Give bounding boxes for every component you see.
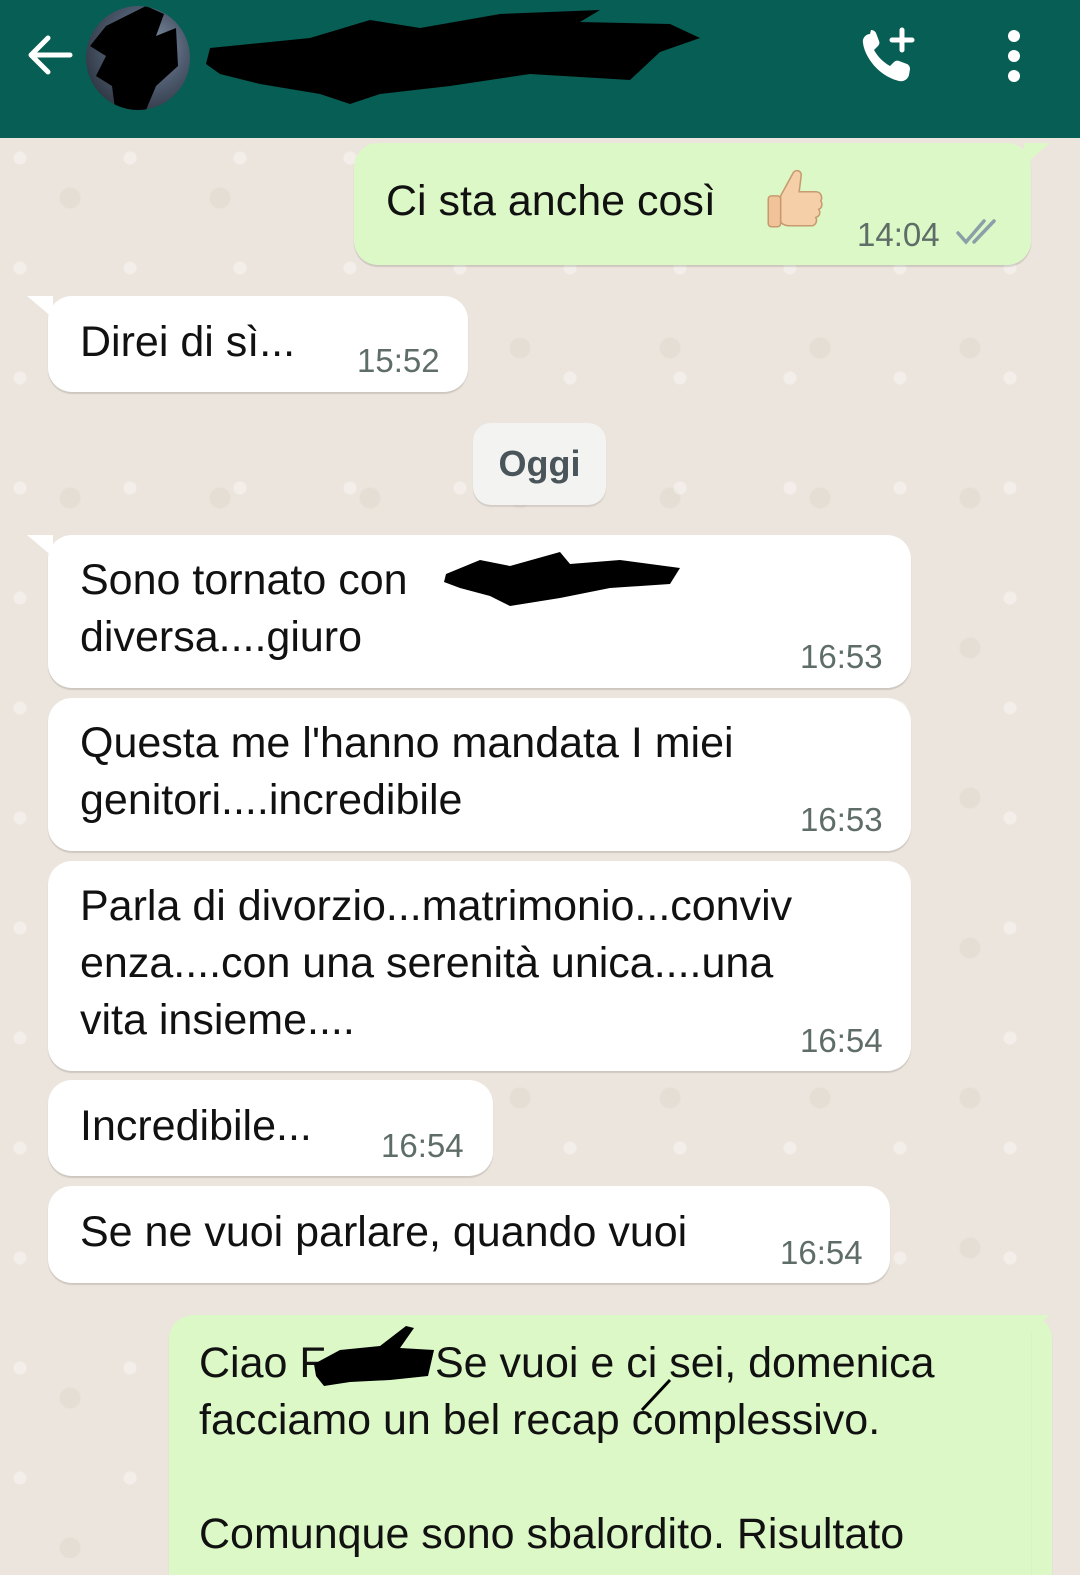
message-bubble-incoming[interactable]: Parla di divorzio...matrimonio...conviv … [48,861,911,1071]
message-text: Questa me l'hanno mandata I miei genitor… [80,719,734,824]
message-text-line1-prefix: Ciao F [199,1339,326,1387]
message-bubble-incoming[interactable]: Incredibile... 16:54 [48,1080,493,1176]
arrow-left-icon[interactable] [22,28,76,82]
message-time: 14:04 [857,216,940,253]
message-time: 16:53 [800,801,883,838]
stroke-mark [640,1378,672,1412]
message-bubble-outgoing-main[interactable]: Ciao F Se vuoi e ci sei, domenica faccia… [169,1315,1031,1575]
message-time: 15:52 [357,342,440,379]
more-vert-icon[interactable] [996,26,1032,86]
message-time: 16:53 [800,638,883,675]
message-bubble-outgoing[interactable]: Ci sta anche così 14:04 [354,143,1031,265]
date-separator: Oggi [473,423,606,505]
message-bubble-incoming[interactable]: Questa me l'hanno mandata I miei genitor… [48,698,911,851]
message-bubble-incoming[interactable]: Se ne vuoi parlare, quando vuoi 16:54 [48,1186,890,1283]
contact-avatar[interactable] [86,6,190,110]
message-text-line2: facciamo un bel recap complessivo. [199,1396,881,1444]
message-time: 16:54 [381,1127,464,1164]
phone-plus-icon[interactable] [856,24,922,90]
message-text: Sono tornato con diversa....giuro [80,556,408,661]
text-redaction [444,552,680,606]
name-redaction [314,1326,434,1386]
bubble-tail [1024,1315,1050,1337]
message-text: Direi di sì... [80,318,296,366]
message-time: 16:54 [780,1234,863,1271]
chat-header [0,0,1080,138]
message-text: Parla di divorzio...matrimonio...conviv … [80,882,793,1044]
message-text: Ci sta anche così [386,177,716,225]
contact-name-redaction[interactable] [200,8,710,104]
message-text: Incredibile... [80,1102,312,1150]
double-check-read-icon [956,219,996,245]
message-text: Se ne vuoi parlare, quando vuoi [80,1208,688,1256]
message-bubble-incoming[interactable]: Direi di sì... 15:52 [48,296,468,392]
message-text-line3: Comunque sono sbalordito. Risultato [199,1510,905,1558]
bubble-tail [1024,143,1050,165]
avatar-redaction [90,6,178,110]
message-time: 16:54 [800,1022,883,1059]
thumbs-up-emoji-icon [767,169,823,228]
message-text-line1-suffix: Se vuoi e ci sei, domenica [435,1339,935,1387]
